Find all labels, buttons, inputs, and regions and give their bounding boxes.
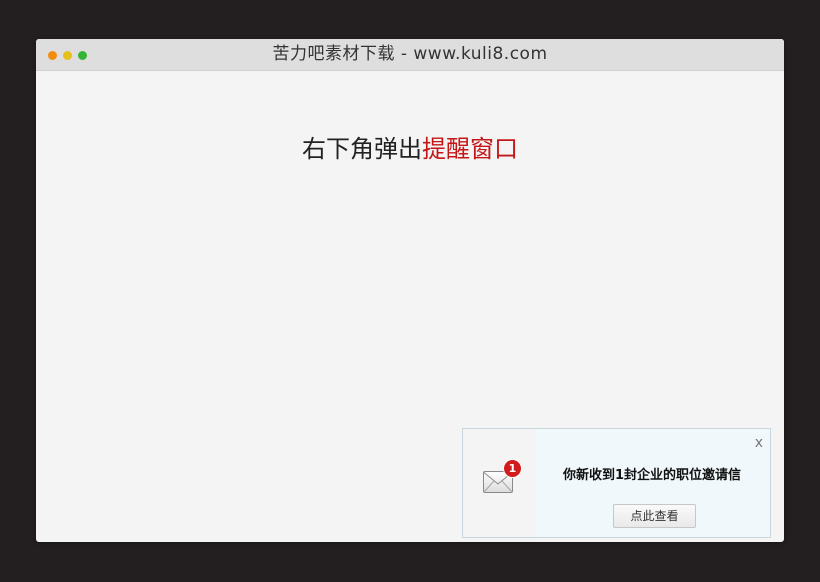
popup-icon-area: 1 bbox=[463, 429, 536, 537]
browser-window: 苦力吧素材下载 - www.kuli8.com 右下角弹出提醒窗口 1 x 你新… bbox=[36, 39, 784, 542]
heading-highlight: 提醒窗口 bbox=[422, 135, 518, 163]
window-title: 苦力吧素材下载 - www.kuli8.com bbox=[272, 44, 548, 64]
popup-message: 你新收到1封企业的职位邀请信 bbox=[563, 468, 742, 483]
notification-popup: 1 x 你新收到1封企业的职位邀请信 点此查看 bbox=[462, 428, 771, 538]
heading-text: 右下角弹出 bbox=[302, 135, 422, 163]
unread-count-badge: 1 bbox=[504, 460, 521, 477]
title-bar: 苦力吧素材下载 - www.kuli8.com bbox=[36, 39, 784, 71]
page-heading: 右下角弹出提醒窗口 bbox=[36, 129, 784, 164]
popup-close-button[interactable]: x bbox=[755, 435, 763, 451]
view-now-button[interactable]: 点此查看 bbox=[613, 504, 696, 528]
